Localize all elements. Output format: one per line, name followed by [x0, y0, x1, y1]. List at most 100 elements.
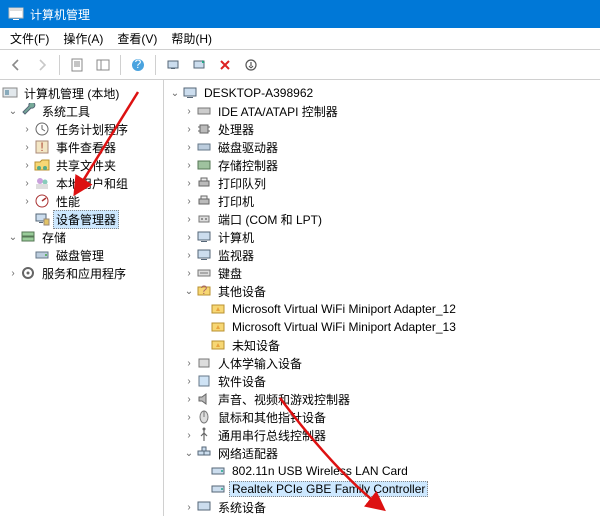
left-tree: 计算机管理 (本地) ⌄ 系统工具 › 任务计划程序 › ! 事件查看器 › 共…: [0, 80, 164, 516]
left-diskmgmt[interactable]: 磁盘管理: [0, 246, 163, 264]
left-scheduler[interactable]: › 任务计划程序: [0, 120, 163, 138]
device-category[interactable]: ›计算机: [164, 228, 600, 246]
scan-button[interactable]: [161, 53, 185, 77]
device-category[interactable]: › 打印队列: [164, 174, 600, 192]
menu-view[interactable]: 查看(V): [111, 28, 163, 49]
device-label: Microsoft Virtual WiFi Miniport Adapter_…: [229, 301, 459, 317]
device-category[interactable]: › 声音、视频和游戏控制器: [164, 390, 600, 408]
menu-help[interactable]: 帮助(H): [165, 28, 218, 49]
collapse-icon[interactable]: ⌄: [182, 448, 196, 459]
left-label: 存储: [39, 228, 69, 247]
expand-icon[interactable]: ›: [182, 358, 196, 369]
expand-icon[interactable]: ›: [182, 196, 196, 207]
show-hide-button[interactable]: [91, 53, 115, 77]
expand-icon[interactable]: ›: [20, 196, 34, 207]
ports-icon: [196, 211, 212, 227]
expand-icon[interactable]: ›: [182, 178, 196, 189]
device-item-realtek[interactable]: Realtek PCIe GBE Family Controller: [164, 480, 600, 498]
hid-icon: [196, 355, 212, 371]
expand-icon[interactable]: ›: [182, 412, 196, 423]
device-category[interactable]: ›通用串行总线控制器: [164, 426, 600, 444]
expand-icon[interactable]: ›: [182, 232, 196, 243]
device-label: 其他设备: [215, 282, 269, 301]
device-item[interactable]: 未知设备: [164, 336, 600, 354]
device-root[interactable]: ⌄ DESKTOP-A398962: [164, 84, 600, 102]
computer-icon: [182, 85, 198, 101]
toolbar: ?: [0, 50, 600, 80]
expand-icon[interactable]: ›: [20, 178, 34, 189]
expand-icon[interactable]: ›: [182, 214, 196, 225]
expand-icon[interactable]: ›: [182, 142, 196, 153]
collapse-icon[interactable]: ⌄: [168, 88, 182, 99]
help-button[interactable]: ?: [126, 53, 150, 77]
perf-icon: [34, 193, 50, 209]
device-item-wlan[interactable]: 802.11n USB Wireless LAN Card: [164, 462, 600, 480]
device-category[interactable]: ›鼠标和其他指针设备: [164, 408, 600, 426]
device-category[interactable]: › 端口 (COM 和 LPT): [164, 210, 600, 228]
menu-action[interactable]: 操作(A): [57, 28, 109, 49]
device-category[interactable]: ›人体学输入设备: [164, 354, 600, 372]
expand-icon[interactable]: ›: [182, 430, 196, 441]
expand-icon[interactable]: ›: [182, 268, 196, 279]
collapse-icon[interactable]: ⌄: [6, 232, 20, 243]
collapse-icon[interactable]: ⌄: [182, 286, 196, 297]
expand-icon[interactable]: ›: [182, 106, 196, 117]
expand-icon[interactable]: ›: [6, 268, 20, 279]
uninstall-button[interactable]: [239, 53, 263, 77]
device-category[interactable]: ›系统设备: [164, 498, 600, 516]
collapse-icon[interactable]: ⌄: [6, 106, 20, 117]
expand-icon[interactable]: ›: [182, 376, 196, 387]
device-item[interactable]: Microsoft Virtual WiFi Miniport Adapter_…: [164, 318, 600, 336]
device-label: 未知设备: [229, 336, 283, 355]
title-bar: 计算机管理: [0, 0, 600, 28]
device-label: 端口 (COM 和 LPT): [215, 210, 325, 229]
update-driver-button[interactable]: [187, 53, 211, 77]
device-category[interactable]: ›磁盘驱动器: [164, 138, 600, 156]
back-button[interactable]: [4, 53, 28, 77]
left-systools[interactable]: ⌄ 系统工具: [0, 102, 163, 120]
left-devmgr[interactable]: 设备管理器: [0, 210, 163, 228]
warning-device-icon: [210, 337, 226, 353]
left-shared[interactable]: › 共享文件夹: [0, 156, 163, 174]
services-icon: [20, 265, 36, 281]
device-label: 打印队列: [215, 174, 269, 193]
device-label: 802.11n USB Wireless LAN Card: [229, 463, 411, 479]
device-category[interactable]: ›键盘: [164, 264, 600, 282]
left-label: 事件查看器: [53, 138, 119, 157]
left-perf[interactable]: › 性能: [0, 192, 163, 210]
device-category[interactable]: › 监视器: [164, 246, 600, 264]
left-eventviewer[interactable]: › ! 事件查看器: [0, 138, 163, 156]
device-label: 声音、视频和游戏控制器: [215, 390, 353, 409]
device-category-other[interactable]: ⌄?其他设备: [164, 282, 600, 300]
device-category[interactable]: ›IDE ATA/ATAPI 控制器: [164, 102, 600, 120]
device-label: 监视器: [215, 246, 257, 265]
device-item[interactable]: Microsoft Virtual WiFi Miniport Adapter_…: [164, 300, 600, 318]
device-category[interactable]: ›软件设备: [164, 372, 600, 390]
left-label: 任务计划程序: [53, 120, 131, 139]
expand-icon[interactable]: ›: [182, 394, 196, 405]
expand-icon[interactable]: ›: [20, 142, 34, 153]
forward-button[interactable]: [30, 53, 54, 77]
left-root[interactable]: 计算机管理 (本地): [0, 84, 163, 102]
expand-icon[interactable]: ›: [182, 160, 196, 171]
properties-button[interactable]: [65, 53, 89, 77]
left-storage[interactable]: ⌄ 存储: [0, 228, 163, 246]
expand-icon[interactable]: ›: [182, 124, 196, 135]
left-localusers[interactable]: › 本地用户和组: [0, 174, 163, 192]
left-label: 服务和应用程序: [39, 264, 129, 283]
device-category-network[interactable]: ⌄网络适配器: [164, 444, 600, 462]
toolbar-separator: [59, 55, 60, 75]
device-label: 存储控制器: [215, 156, 281, 175]
expand-icon[interactable]: ›: [20, 160, 34, 171]
expand-icon[interactable]: ›: [182, 250, 196, 261]
device-category[interactable]: ›处理器: [164, 120, 600, 138]
device-category[interactable]: ›打印机: [164, 192, 600, 210]
other-icon: ?: [196, 283, 212, 299]
menu-file[interactable]: 文件(F): [4, 28, 55, 49]
disable-button[interactable]: [213, 53, 237, 77]
left-services[interactable]: › 服务和应用程序: [0, 264, 163, 282]
device-category[interactable]: › 存储控制器: [164, 156, 600, 174]
expand-icon[interactable]: ›: [20, 124, 34, 135]
expand-icon[interactable]: ›: [182, 502, 196, 513]
devmgr-icon: [34, 211, 50, 227]
